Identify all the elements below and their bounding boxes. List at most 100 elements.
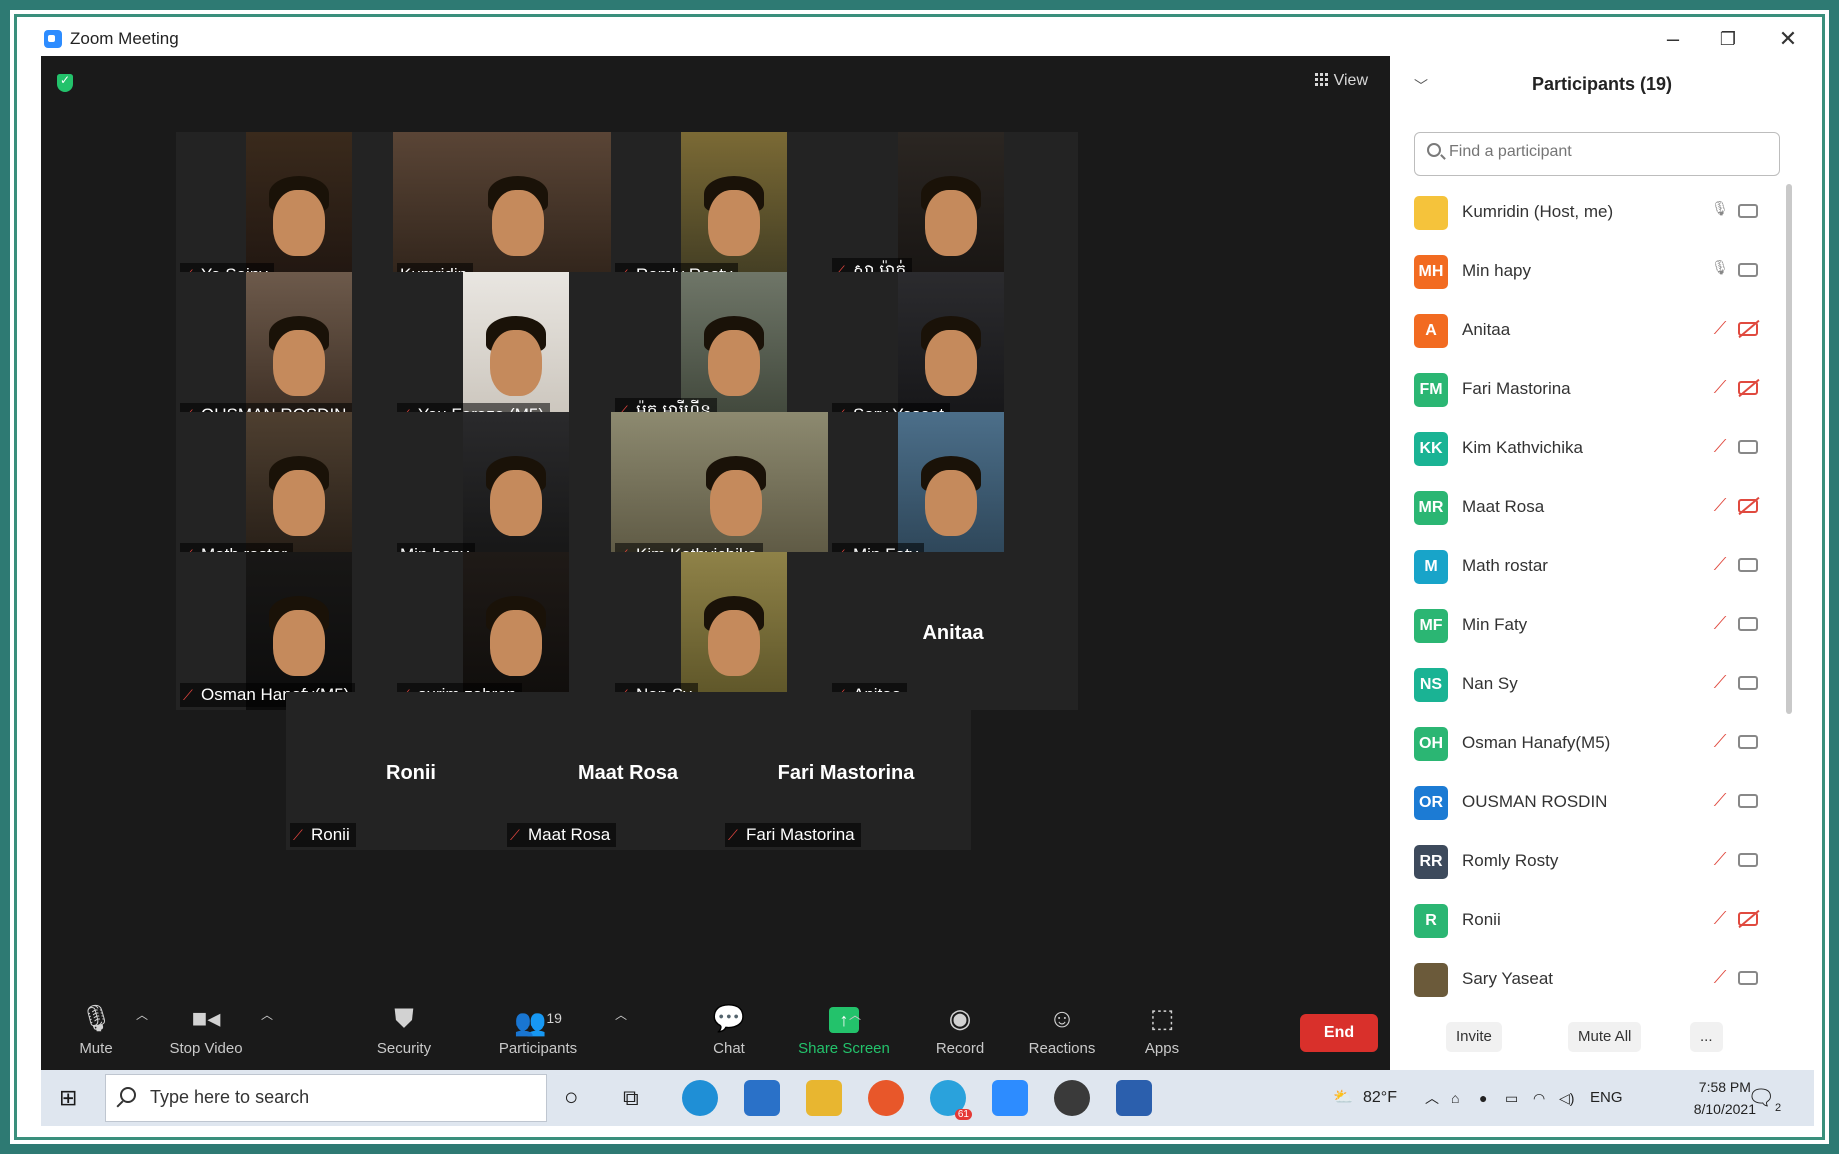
video-tile[interactable]: ⟋Math rostar — [176, 412, 426, 570]
weather-temp[interactable]: 82°F — [1363, 1070, 1397, 1126]
video-tile[interactable]: ⟋ ម៉ូត អារីហ្វីន — [611, 272, 861, 430]
zoom-taskbar-icon[interactable] — [992, 1080, 1028, 1116]
participant-row[interactable]: MR Maat Rosa ⟋ — [1410, 479, 1780, 538]
muted-mic-icon[interactable]: ⟋ — [1710, 554, 1730, 575]
participant-row[interactable]: OR OUSMAN ROSDIN ⟋ — [1410, 774, 1780, 833]
video-tile[interactable]: Maat Rosa ⟋ Maat Rosa — [503, 692, 753, 850]
muted-mic-icon[interactable]: ⟋ — [1710, 672, 1730, 693]
video-camera-icon[interactable] — [1738, 263, 1758, 277]
close-button[interactable]: ✕ — [1764, 22, 1812, 56]
muted-mic-icon[interactable]: ⟋ — [1710, 318, 1730, 339]
windows-start-icon[interactable]: ⊞ — [59, 1070, 77, 1126]
video-tile[interactable]: ⟋Romly Rosty — [611, 132, 861, 290]
notification-center-icon[interactable]: 🗨2 — [1747, 1070, 1781, 1126]
video-off-icon[interactable] — [1738, 499, 1758, 513]
video-tile[interactable]: ⟋Ya Sainy — [176, 132, 426, 290]
tray-mic-icon[interactable]: ● — [1479, 1070, 1487, 1126]
participant-row[interactable]: MF Min Faty ⟋ — [1410, 597, 1780, 656]
video-camera-icon[interactable] — [1738, 204, 1758, 218]
muted-mic-icon[interactable]: ⟋ — [1710, 849, 1730, 870]
view-button[interactable]: View — [1314, 72, 1368, 90]
participant-row[interactable]: M Math rostar ⟋ — [1410, 538, 1780, 597]
participant-row[interactable]: MH Min hapy 🎙 — [1410, 243, 1780, 302]
share-screen-button[interactable]: ↑ Share Screen — [789, 1000, 899, 1057]
video-tile[interactable]: ⟋You Faraza (M5) — [393, 272, 643, 430]
language-indicator[interactable]: ENG — [1590, 1070, 1623, 1126]
mute-all-button[interactable]: Mute All — [1568, 1022, 1642, 1052]
task-view-icon[interactable]: ⧉ — [623, 1070, 639, 1126]
participant-search-input[interactable] — [1449, 143, 1769, 161]
tray-chevron-icon[interactable]: ︿ — [1425, 1070, 1439, 1126]
volume-icon[interactable]: ◁) — [1559, 1070, 1574, 1126]
minimize-button[interactable]: – — [1649, 22, 1697, 56]
file-explorer-icon[interactable] — [806, 1080, 842, 1116]
video-tile[interactable]: ⟋Min Faty — [828, 412, 1078, 570]
video-camera-icon[interactable] — [1738, 971, 1758, 985]
chat-button[interactable]: 💬 Chat — [674, 1000, 784, 1057]
video-off-icon[interactable] — [1738, 912, 1758, 926]
tray-usb-icon[interactable]: ⌂ — [1451, 1070, 1459, 1126]
media-player-icon[interactable] — [1054, 1080, 1090, 1116]
video-tile[interactable]: ⟋Nan Sy — [611, 552, 861, 710]
participant-row[interactable]: A Anitaa ⟋ — [1410, 302, 1780, 361]
cortana-icon[interactable]: ○ — [564, 1070, 579, 1126]
participant-row[interactable]: R Ronii ⟋ — [1410, 892, 1780, 951]
video-off-icon[interactable] — [1738, 381, 1758, 395]
restore-button[interactable]: ❐ — [1704, 22, 1752, 56]
microphone-icon[interactable]: 🎙 — [1710, 200, 1730, 217]
apps-button[interactable]: ⬚ Apps — [1107, 1000, 1217, 1057]
taskbar-search[interactable]: Type here to search — [105, 1074, 547, 1122]
microphone-icon[interactable]: 🎙 — [1710, 259, 1730, 276]
video-tile[interactable]: ⟋ ស្លា ម៉ាត់ — [828, 132, 1078, 290]
video-options-chevron-icon[interactable]: ︿ — [261, 1006, 273, 1023]
weather-icon[interactable]: ⛅ — [1333, 1070, 1353, 1126]
end-meeting-button[interactable]: End — [1300, 1014, 1378, 1052]
firefox-icon[interactable] — [868, 1080, 904, 1116]
record-button[interactable]: ◉ Record — [905, 1000, 1015, 1057]
edge-browser-icon[interactable] — [682, 1080, 718, 1116]
video-camera-icon[interactable] — [1738, 853, 1758, 867]
muted-mic-icon[interactable]: ⟋ — [1710, 790, 1730, 811]
mute-button[interactable]: 🎙 Mute — [41, 1000, 151, 1057]
muted-mic-icon[interactable]: ⟋ — [1710, 967, 1730, 988]
encryption-shield-icon[interactable] — [57, 73, 73, 92]
participant-row[interactable]: Kumridin (Host, me) 🎙 — [1410, 184, 1780, 243]
audio-options-chevron-icon[interactable]: ︿ — [136, 1006, 148, 1023]
video-tile[interactable]: ⟋surim zahron — [393, 552, 643, 710]
muted-mic-icon[interactable]: ⟋ — [1710, 377, 1730, 398]
muted-mic-icon[interactable]: ⟋ — [1710, 436, 1730, 457]
share-options-chevron-icon[interactable]: ︿ — [849, 1006, 861, 1023]
participants-button[interactable]: 👥19 Participants — [483, 1000, 593, 1057]
word-icon[interactable] — [1116, 1080, 1152, 1116]
muted-mic-icon[interactable]: ⟋ — [1710, 731, 1730, 752]
security-button[interactable]: ⛊ Security — [349, 1000, 459, 1057]
video-off-icon[interactable] — [1738, 322, 1758, 336]
battery-icon[interactable]: ▭ — [1505, 1070, 1518, 1126]
video-camera-icon[interactable] — [1738, 440, 1758, 454]
video-tile[interactable]: Anitaa⟋Anitaa — [828, 552, 1078, 710]
muted-mic-icon[interactable]: ⟋ — [1710, 613, 1730, 634]
reactions-button[interactable]: ☺ Reactions — [1007, 1000, 1117, 1057]
participant-row[interactable]: FM Fari Mastorina ⟋ — [1410, 361, 1780, 420]
invite-button[interactable]: Invite — [1446, 1022, 1502, 1052]
stop-video-button[interactable]: ■◂ Stop Video — [151, 1000, 261, 1057]
participant-row[interactable]: OH Osman Hanafy(M5) ⟋ — [1410, 715, 1780, 774]
more-options-button[interactable]: ... — [1690, 1022, 1723, 1052]
participant-row[interactable]: Sary Yaseat ⟋ — [1410, 951, 1780, 1010]
participant-list-scrollbar[interactable] — [1786, 184, 1792, 714]
video-tile[interactable]: Kumridin — [393, 132, 643, 290]
video-tile[interactable]: Min hapy — [393, 412, 643, 570]
video-tile[interactable]: ⟋ Osman Hanafy(M5) — [176, 552, 426, 710]
video-camera-icon[interactable] — [1738, 558, 1758, 572]
wifi-icon[interactable]: ◠ — [1533, 1070, 1545, 1126]
video-tile[interactable]: Ronii ⟋ Ronii — [286, 692, 536, 850]
video-tile[interactable]: Fari Mastorina ⟋ Fari Mastorina — [721, 692, 971, 850]
participants-chevron-icon[interactable]: ︿ — [615, 1006, 627, 1023]
video-tile[interactable]: ⟋Kim Kathvichika — [611, 412, 861, 570]
participant-row[interactable]: KK Kim Kathvichika ⟋ — [1410, 420, 1780, 479]
video-tile[interactable]: ⟋Sary Yaseat — [828, 272, 1078, 430]
video-tile[interactable]: ⟋OUSMAN ROSDIN — [176, 272, 426, 430]
video-camera-icon[interactable] — [1738, 676, 1758, 690]
participant-row[interactable]: RR Romly Rosty ⟋ — [1410, 833, 1780, 892]
video-camera-icon[interactable] — [1738, 794, 1758, 808]
